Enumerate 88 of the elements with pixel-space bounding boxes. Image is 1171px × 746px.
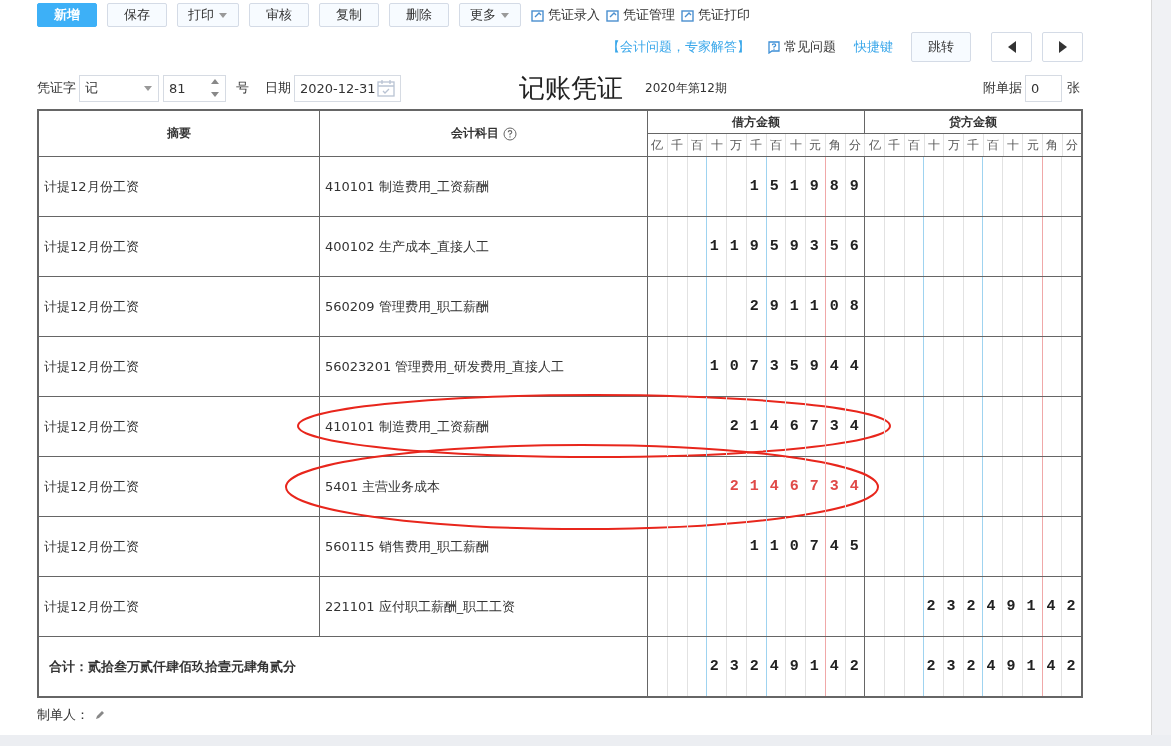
caret-icon	[500, 11, 510, 19]
amount-text: 291108	[749, 297, 870, 316]
toolbar-button[interactable]: 删除	[389, 3, 449, 27]
jump-button[interactable]: 跳转	[911, 32, 971, 62]
right-arrow-icon	[1058, 41, 1067, 53]
unit-header: 十	[785, 133, 806, 157]
next-button[interactable]	[1042, 32, 1083, 62]
unit-header: 千	[667, 133, 687, 157]
attachments-label: 附单据	[983, 79, 1022, 97]
help-icon	[502, 126, 517, 141]
account-cell[interactable]: 400102 生产成本_直接人工	[325, 238, 490, 254]
summary-cell[interactable]: 计提12月份工资	[38, 156, 320, 217]
toolbar-button[interactable]: 审核	[249, 3, 309, 27]
voucher-label: 凭证字	[37, 79, 76, 97]
toolbar-link[interactable]: 凭证录入	[531, 6, 600, 24]
summary-cell[interactable]: 计提12月份工资	[38, 336, 320, 397]
amount-text: 10735944	[709, 357, 870, 376]
toolbar-button[interactable]: 保存	[107, 3, 167, 27]
document-icon	[681, 8, 695, 22]
unit-header: 万	[726, 133, 747, 157]
unit-header: 千	[884, 133, 905, 157]
unit-header: 万	[943, 133, 964, 157]
amount-text: 23249142	[926, 597, 1087, 616]
summary-cell[interactable]: 计提12月份工资	[38, 456, 320, 517]
voucher-title: 记账凭证	[519, 71, 623, 105]
toolbar-link[interactable]: 凭证管理	[606, 6, 675, 24]
toolbar-button[interactable]: 复制	[319, 3, 379, 27]
amount-text: 23249142	[709, 657, 870, 676]
amount-text: 2146734	[729, 417, 870, 436]
summary-cell[interactable]: 计提12月份工资	[38, 576, 320, 637]
number-field[interactable]: 81	[163, 74, 226, 102]
account-cell[interactable]: 5401 主营业务成本	[325, 478, 441, 494]
unit-header: 千	[963, 133, 984, 157]
left-arrow-icon	[1007, 41, 1016, 53]
toolbar-button[interactable]: 更多	[459, 3, 521, 27]
account-cell[interactable]: 221101 应付职工薪酬_职工工资	[325, 598, 516, 614]
unit-header: 百	[904, 133, 924, 157]
summary-cell[interactable]: 计提12月份工资	[38, 216, 320, 277]
caret-icon	[218, 11, 228, 19]
account-cell[interactable]: 56023201 管理费用_研发费用_直接人工	[325, 358, 565, 374]
unit-header: 百	[766, 133, 786, 157]
calendar-icon	[377, 79, 395, 97]
amount-text: 23249142	[926, 657, 1087, 676]
unit-header: 百	[687, 133, 707, 157]
amount-text: 151989	[749, 177, 870, 196]
preparer-label: 制单人：	[37, 706, 89, 724]
date-label: 日期	[265, 79, 291, 97]
period-text: 2020年第12期	[645, 79, 727, 97]
column-header: 借方金额	[647, 110, 865, 134]
number-suffix: 号	[236, 79, 249, 97]
summary-cell[interactable]: 计提12月份工资	[38, 516, 320, 577]
unit-header: 亿	[864, 133, 885, 157]
previous-button[interactable]	[991, 32, 1032, 62]
pencil-icon	[95, 710, 105, 720]
amount-text: 2146734	[729, 477, 870, 496]
spinner-icon	[210, 77, 220, 99]
document-icon	[531, 8, 545, 22]
attachments-suffix: 张	[1067, 79, 1080, 97]
account-cell[interactable]: 560209 管理费用_职工薪酬	[325, 298, 490, 314]
date-field[interactable]: 2020-12-31	[294, 74, 401, 102]
unit-header: 角	[825, 133, 845, 157]
account-cell[interactable]: 410101 制造费用_工资薪酬	[325, 418, 490, 434]
unit-header: 元	[1022, 133, 1043, 157]
unit-header: 千	[746, 133, 766, 157]
unit-header: 十	[924, 133, 944, 157]
account-cell[interactable]: 410101 制造费用_工资薪酬	[325, 178, 490, 194]
summary-cell[interactable]: 计提12月份工资	[38, 396, 320, 457]
voucher-type-select[interactable]: 记	[79, 74, 159, 102]
question-bubble-icon	[768, 40, 780, 54]
unit-header: 百	[983, 133, 1003, 157]
toolbar-button[interactable]: 打印	[177, 3, 239, 27]
unit-header: 元	[805, 133, 826, 157]
toolbar-link[interactable]: 凭证打印	[681, 6, 750, 24]
column-header: 摘要	[38, 110, 320, 157]
unit-header: 角	[1042, 133, 1063, 157]
amount-text: 11959356	[709, 237, 870, 256]
unit-header: 分	[845, 133, 865, 157]
summary-cell[interactable]: 计提12月份工资	[38, 276, 320, 337]
attachments-field[interactable]: 0	[1025, 74, 1062, 102]
faq-link[interactable]: 常见问题	[768, 38, 836, 56]
account-cell[interactable]: 560115 销售费用_职工薪酬	[325, 538, 490, 554]
document-icon	[606, 8, 620, 22]
amount-text: 110745	[749, 537, 870, 556]
unit-header: 亿	[647, 133, 668, 157]
unit-header: 十	[706, 133, 727, 157]
caret-icon	[143, 84, 153, 92]
unit-header: 十	[1003, 133, 1023, 157]
column-header: 会计科目	[450, 125, 499, 142]
